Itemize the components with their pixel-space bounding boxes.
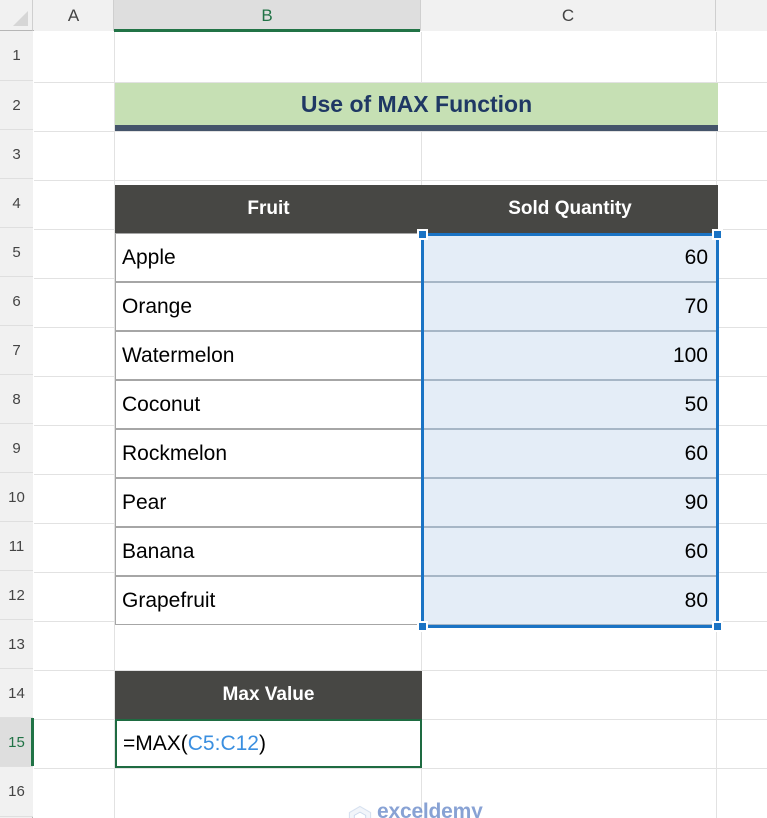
row-header-15[interactable]: 15 <box>0 718 34 767</box>
column-header-max-value: Max Value <box>115 671 422 719</box>
column-header-bar[interactable]: A B C <box>0 0 767 32</box>
row-header-1[interactable]: 1 <box>0 31 33 81</box>
row-header-9[interactable]: 9 <box>0 424 33 473</box>
cell-fruit[interactable]: Watermelon <box>115 331 422 380</box>
cell-fruit[interactable]: Grapefruit <box>115 576 422 625</box>
row-header-3[interactable]: 3 <box>0 130 33 179</box>
row-header-7[interactable]: 7 <box>0 326 33 375</box>
cell-fruit[interactable]: Banana <box>115 527 422 576</box>
row-header-14[interactable]: 14 <box>0 669 33 718</box>
row-header-11[interactable]: 11 <box>0 522 33 571</box>
gridline-horizontal <box>34 180 767 181</box>
row-header-8[interactable]: 8 <box>0 375 33 424</box>
gridline-horizontal <box>34 768 767 769</box>
cell-quantity[interactable]: 60 <box>422 527 718 576</box>
row-header-16[interactable]: 16 <box>0 767 33 817</box>
watermark-brand: exceldemy <box>377 800 483 818</box>
spreadsheet-grid[interactable]: Use of MAX Function Fruit Sold Quantity … <box>0 0 767 818</box>
column-header-b[interactable]: B <box>114 0 421 32</box>
row-header-13[interactable]: 13 <box>0 620 33 669</box>
grid-canvas[interactable]: Use of MAX Function Fruit Sold Quantity … <box>34 32 767 818</box>
cell-quantity[interactable]: 60 <box>422 429 718 478</box>
formula-cell-b15[interactable]: =MAX(C5:C12) <box>115 719 422 768</box>
select-all-button[interactable] <box>0 0 33 31</box>
row-header-10[interactable]: 10 <box>0 473 33 522</box>
select-all-triangle-icon <box>13 11 28 26</box>
column-header-d[interactable] <box>716 0 767 31</box>
exceldemy-watermark: exceldemy EXCEL - DATA - BI <box>347 800 507 818</box>
cell-fruit[interactable]: Coconut <box>115 380 422 429</box>
cell-fruit[interactable]: Orange <box>115 282 422 331</box>
formula-prefix: =MAX( <box>123 731 188 755</box>
cell-fruit[interactable]: Pear <box>115 478 422 527</box>
row-header-4[interactable]: 4 <box>0 179 33 228</box>
formula-suffix: ) <box>258 731 266 755</box>
row-header-bar[interactable]: 1 2 3 4 5 6 7 8 9 10 11 12 13 14 15 16 <box>0 31 34 818</box>
title-banner: Use of MAX Function <box>115 83 718 131</box>
column-header-sold-quantity: Sold Quantity <box>422 185 718 233</box>
row-header-5[interactable]: 5 <box>0 228 33 277</box>
cell-quantity[interactable]: 60 <box>422 233 718 282</box>
cell-fruit[interactable]: Rockmelon <box>115 429 422 478</box>
cell-quantity[interactable]: 70 <box>422 282 718 331</box>
row-header-2[interactable]: 2 <box>0 81 33 130</box>
exceldemy-cube-logo-icon <box>348 805 372 818</box>
column-header-a[interactable]: A <box>34 0 114 31</box>
cell-quantity[interactable]: 80 <box>422 576 718 625</box>
cell-quantity[interactable]: 50 <box>422 380 718 429</box>
column-header-c[interactable]: C <box>421 0 716 31</box>
row-header-6[interactable]: 6 <box>0 277 33 326</box>
formula-range-reference: C5:C12 <box>187 731 259 755</box>
column-header-fruit: Fruit <box>115 185 422 233</box>
gridline-horizontal <box>34 131 767 132</box>
cell-quantity[interactable]: 90 <box>422 478 718 527</box>
row-header-12[interactable]: 12 <box>0 571 33 620</box>
cell-quantity[interactable]: 100 <box>422 331 718 380</box>
cell-fruit[interactable]: Apple <box>115 233 422 282</box>
